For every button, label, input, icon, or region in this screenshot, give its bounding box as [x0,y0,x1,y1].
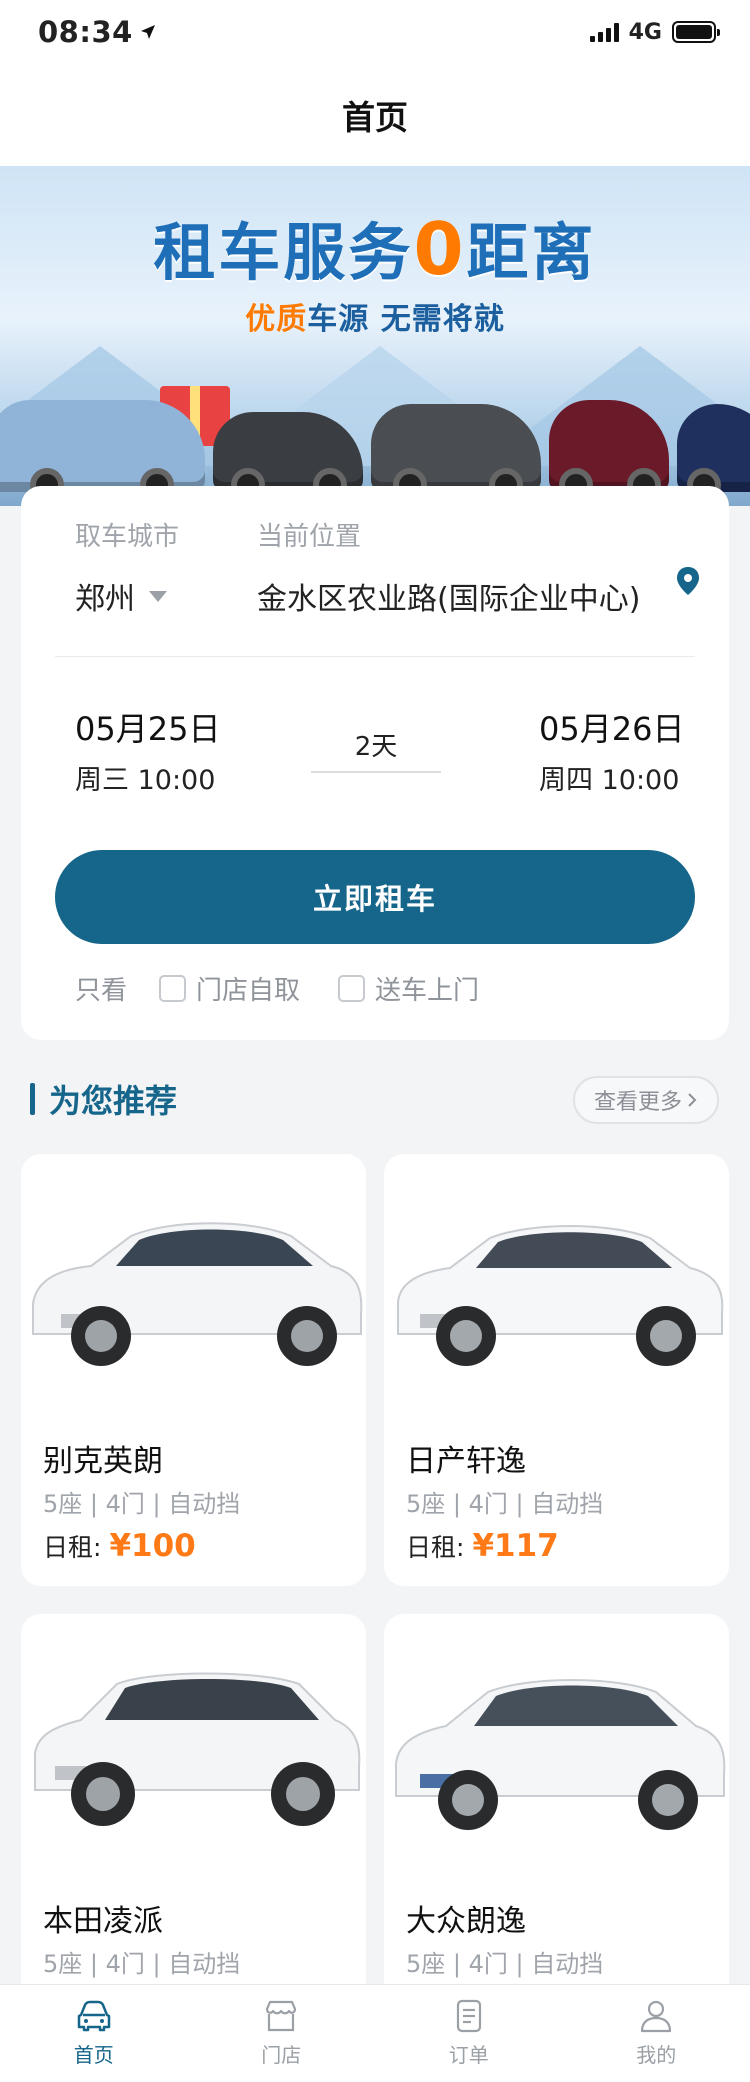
car-photo [34,1672,361,1826]
return-time[interactable]: 周四 10:00 [539,758,679,797]
city-label: 取车城市 [75,522,180,552]
car-card[interactable]: 本田凌派 5座 | 4门 | 自动挡 [21,1614,366,2014]
store-icon [266,2000,297,2032]
banner-subtitle: 优质车源 无需将就 [245,302,505,337]
car-image [0,400,205,502]
car-name: 日产轩逸 [406,1444,526,1479]
tab-store[interactable]: 门店 [188,1985,376,2082]
signal-icon [589,22,619,42]
see-more-button[interactable]: 查看更多 [573,1076,719,1124]
map-pin-icon[interactable] [675,566,701,596]
store-pickup-label: 门店自取 [196,976,301,1006]
network-type: 4G [628,19,662,45]
tab-profile[interactable]: 我的 [563,1985,750,2082]
car-card[interactable]: 别克英朗 5座 | 4门 | 自动挡 日租: ¥100 [21,1154,366,1586]
tab-home[interactable]: 首页 [0,1985,188,2082]
car-photo [395,1679,726,1830]
recommend-title: 为您推荐 [49,1082,178,1120]
return-date[interactable]: 05月26日 [539,704,684,750]
promo-banner[interactable]: 租车服务0距离 优质车源 无需将就 [0,166,750,506]
car-spec: 5座 | 4门 | 自动挡 [406,1490,604,1518]
booking-card: 取车城市 当前位置 郑州 金水区农业路(国际企业中心) 05月25日 周三 10… [21,486,729,1040]
caret-down-icon [149,590,167,602]
price-row: 日租: ¥100 [43,1528,196,1564]
section-accent-bar [30,1083,35,1115]
price-row: 日租: ¥117 [406,1528,559,1564]
recommend-header: 为您推荐 [30,1076,177,1122]
divider [55,656,695,657]
car-photo [397,1225,724,1366]
car-name: 别克英朗 [43,1444,163,1479]
car-spec: 5座 | 4门 | 自动挡 [43,1490,241,1518]
store-pickup-checkbox[interactable] [159,975,187,1002]
car-name: 本田凌派 [43,1904,163,1939]
filter-label: 只看 [75,976,128,1006]
daily-price: ¥117 [472,1528,559,1564]
car-card[interactable]: 大众朗逸 5座 | 4门 | 自动挡 [384,1614,729,2014]
status-indicators: 4G [589,19,720,45]
city-value: 郑州 [75,582,135,617]
pickup-date[interactable]: 05月25日 [75,704,220,750]
tab-label: 首页 [73,2043,114,2067]
car-icon [77,2000,110,2032]
location-label: 当前位置 [257,522,362,552]
price-label: 日租: [43,1533,102,1562]
order-icon [456,1999,481,2033]
car-image [371,404,541,502]
rent-now-button[interactable]: 立即租车 [55,850,695,944]
status-time: 08:34 [38,15,157,49]
car-image [213,412,363,502]
pickup-time[interactable]: 周三 10:00 [75,758,215,797]
filter-row: 只看 门店自取 送车上门 [75,970,517,1007]
price-label: 日租: [406,1533,465,1562]
tab-orders[interactable]: 订单 [375,1985,563,2082]
location-arrow-icon [140,25,155,39]
daily-price: ¥100 [109,1528,196,1564]
car-spec: 5座 | 4门 | 自动挡 [406,1950,604,1978]
battery-icon [672,21,720,43]
delivery-label: 送车上门 [375,976,480,1006]
car-image [677,404,750,502]
tab-label: 门店 [261,2043,302,2067]
banner-title: 租车服务0距离 [153,207,597,291]
nav-bar: 首页 [0,64,750,166]
status-bar: 08:34 4G [0,0,750,64]
chevron-right-icon [688,1093,697,1107]
filter-delivery[interactable]: 送车上门 [338,970,479,1007]
car-card[interactable]: 日产轩逸 5座 | 4门 | 自动挡 日租: ¥117 [384,1154,729,1586]
car-name: 大众朗逸 [406,1904,526,1939]
see-more-label: 查看更多 [593,1090,682,1115]
page-title: 首页 [342,98,408,137]
tab-label: 订单 [448,2043,489,2067]
filter-store-pickup[interactable]: 门店自取 [159,970,300,1007]
location-field[interactable]: 金水区农业路(国际企业中心) [257,574,640,618]
car-spec: 5座 | 4门 | 自动挡 [43,1950,241,1978]
tab-label: 我的 [636,2043,677,2067]
delivery-checkbox[interactable] [338,975,366,1002]
car-photo [32,1222,363,1366]
time-text: 08:34 [38,15,133,49]
banner-cars-image [0,400,750,502]
rental-duration: 2天 [311,726,441,773]
tab-bar: 首页 门店 订单 我的 [0,1984,750,2082]
user-icon [641,2000,672,2033]
city-selector[interactable]: 郑州 [75,574,167,618]
car-image [549,400,669,502]
